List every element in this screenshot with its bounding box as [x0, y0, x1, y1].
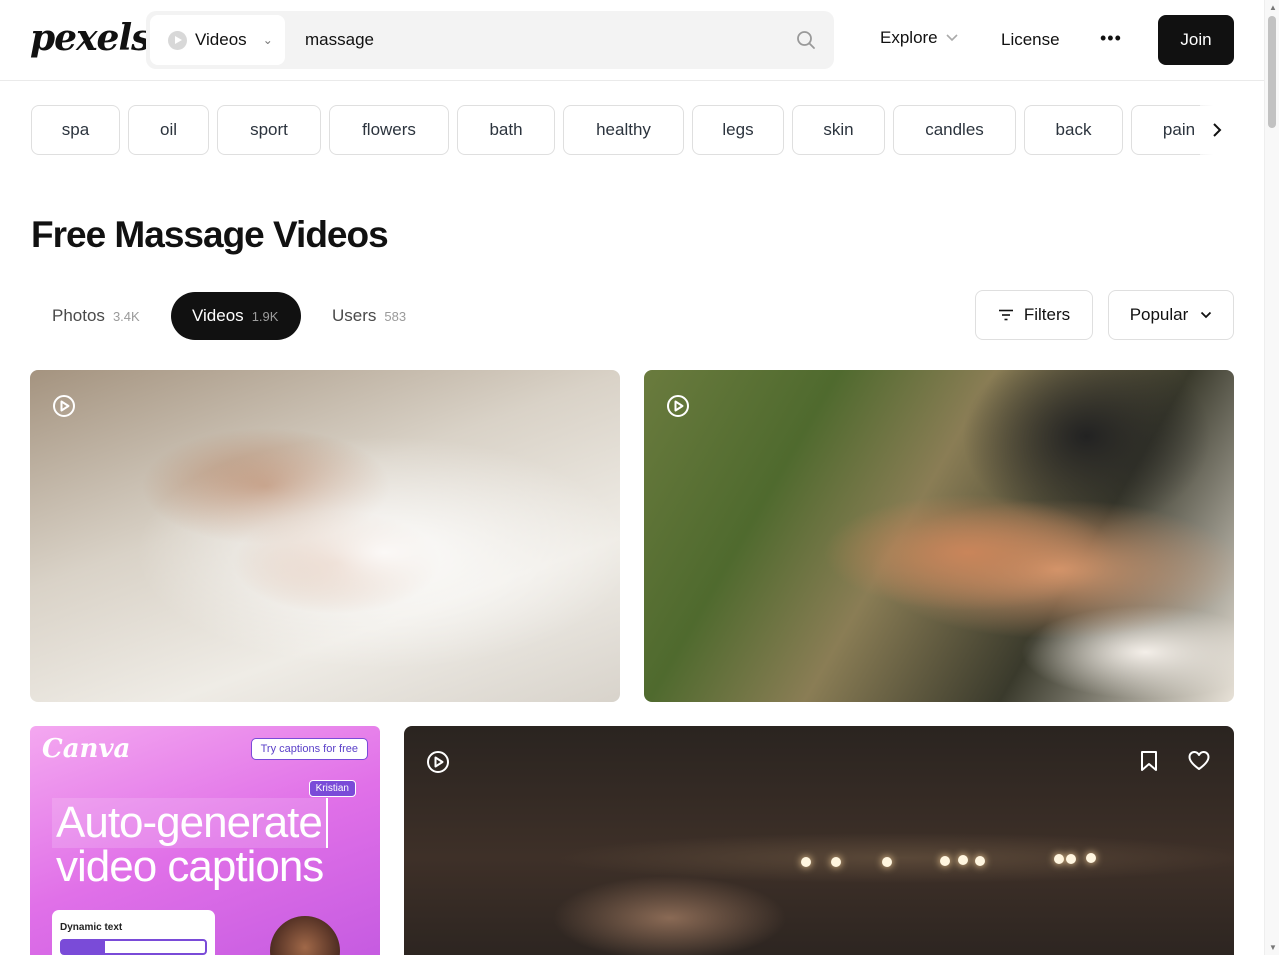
tab-videos[interactable]: Videos 1.9K — [171, 292, 301, 340]
sort-label: Popular — [1129, 305, 1189, 324]
filters-button[interactable]: Filters — [975, 290, 1093, 340]
video-card[interactable] — [404, 726, 1234, 955]
tag-chip[interactable]: flowers — [329, 105, 449, 155]
tag-chip[interactable]: spa — [31, 105, 120, 155]
tag-chip[interactable]: bath — [457, 105, 555, 155]
page-title: Free Massage Videos — [31, 214, 389, 255]
scroll-up-arrow[interactable]: ▲ — [1269, 3, 1277, 12]
candle-light — [958, 855, 968, 865]
ad-card-bar — [60, 939, 207, 955]
chevron-right-icon — [1213, 123, 1222, 137]
tab-label: Users — [332, 306, 377, 325]
candle-light — [801, 857, 811, 867]
tab-count: 583 — [384, 308, 407, 324]
tab-photos[interactable]: Photos 3.4K — [31, 292, 161, 340]
tag-chip[interactable]: candles — [893, 105, 1016, 155]
chevron-down-icon — [946, 34, 958, 42]
tab-label: Photos — [52, 306, 105, 325]
ad-preview-card: Dynamic text — [52, 910, 215, 955]
tab-count: 3.4K — [112, 308, 140, 324]
video-play-icon — [427, 751, 449, 773]
video-play-icon — [53, 395, 75, 417]
canva-ad[interactable]: Canva Try captions for free Kristian Aut… — [30, 726, 380, 955]
related-tags: spa oil sport flowers bath healthy legs … — [31, 105, 1234, 155]
page-scrollbar[interactable]: ▲ ▼ — [1264, 0, 1279, 955]
ad-name-tag: Kristian — [308, 780, 356, 797]
ad-headline: video captions — [56, 842, 324, 891]
ad-person-image — [270, 916, 340, 955]
filter-icon — [998, 309, 1013, 321]
chevron-down-icon — [1201, 311, 1212, 319]
scrollbar-thumb[interactable] — [1268, 16, 1276, 128]
ad-card-label: Dynamic text — [60, 922, 123, 933]
tag-chip[interactable]: oil — [128, 105, 209, 155]
bookmark-icon[interactable] — [1138, 750, 1160, 772]
tab-users[interactable]: Users 583 — [311, 292, 427, 340]
more-menu-icon[interactable]: ••• — [1100, 28, 1122, 49]
sort-dropdown[interactable]: Popular — [1108, 290, 1234, 340]
tag-chip[interactable]: back — [1024, 105, 1123, 155]
license-link[interactable]: License — [1001, 30, 1060, 50]
explore-menu[interactable]: Explore — [880, 28, 958, 48]
search-type-label: Videos — [195, 30, 247, 49]
candle-light — [882, 857, 892, 867]
ad-headline: Auto-generate — [52, 798, 328, 848]
tab-label: Videos — [192, 306, 244, 325]
search-bar: Videos ⌄ — [146, 11, 834, 69]
tag-chip[interactable]: legs — [692, 105, 784, 155]
candle-light — [1066, 854, 1076, 864]
explore-label: Explore — [880, 28, 938, 47]
chevron-down-icon: ⌄ — [262, 33, 273, 47]
tags-scroll-right[interactable] — [1200, 105, 1234, 155]
pexels-logo[interactable]: pexels — [30, 17, 151, 59]
video-card[interactable] — [644, 370, 1234, 702]
filters-label: Filters — [1023, 305, 1071, 324]
search-icon[interactable] — [796, 30, 816, 50]
heart-icon[interactable] — [1188, 750, 1210, 772]
candle-light — [940, 856, 950, 866]
top-navbar: pexels Videos ⌄ Explore License ••• Join — [0, 0, 1264, 81]
video-play-icon — [667, 395, 689, 417]
tag-chip[interactable]: sport — [217, 105, 321, 155]
candle-light — [975, 856, 985, 866]
join-button[interactable]: Join — [1158, 15, 1234, 65]
tab-count: 1.9K — [251, 308, 279, 324]
search-type-dropdown[interactable]: Videos ⌄ — [150, 15, 285, 65]
video-card[interactable] — [30, 370, 620, 702]
play-circle-icon — [168, 30, 187, 50]
tag-chip[interactable]: healthy — [563, 105, 684, 155]
search-input[interactable] — [305, 11, 785, 69]
ad-brand-logo: Canva — [42, 734, 131, 764]
candle-light — [831, 857, 841, 867]
candle-light — [1054, 854, 1064, 864]
tag-chip[interactable]: skin — [792, 105, 885, 155]
scroll-down-arrow[interactable]: ▼ — [1269, 943, 1277, 952]
ad-cta-button[interactable]: Try captions for free — [250, 738, 368, 760]
candle-light — [1086, 853, 1096, 863]
